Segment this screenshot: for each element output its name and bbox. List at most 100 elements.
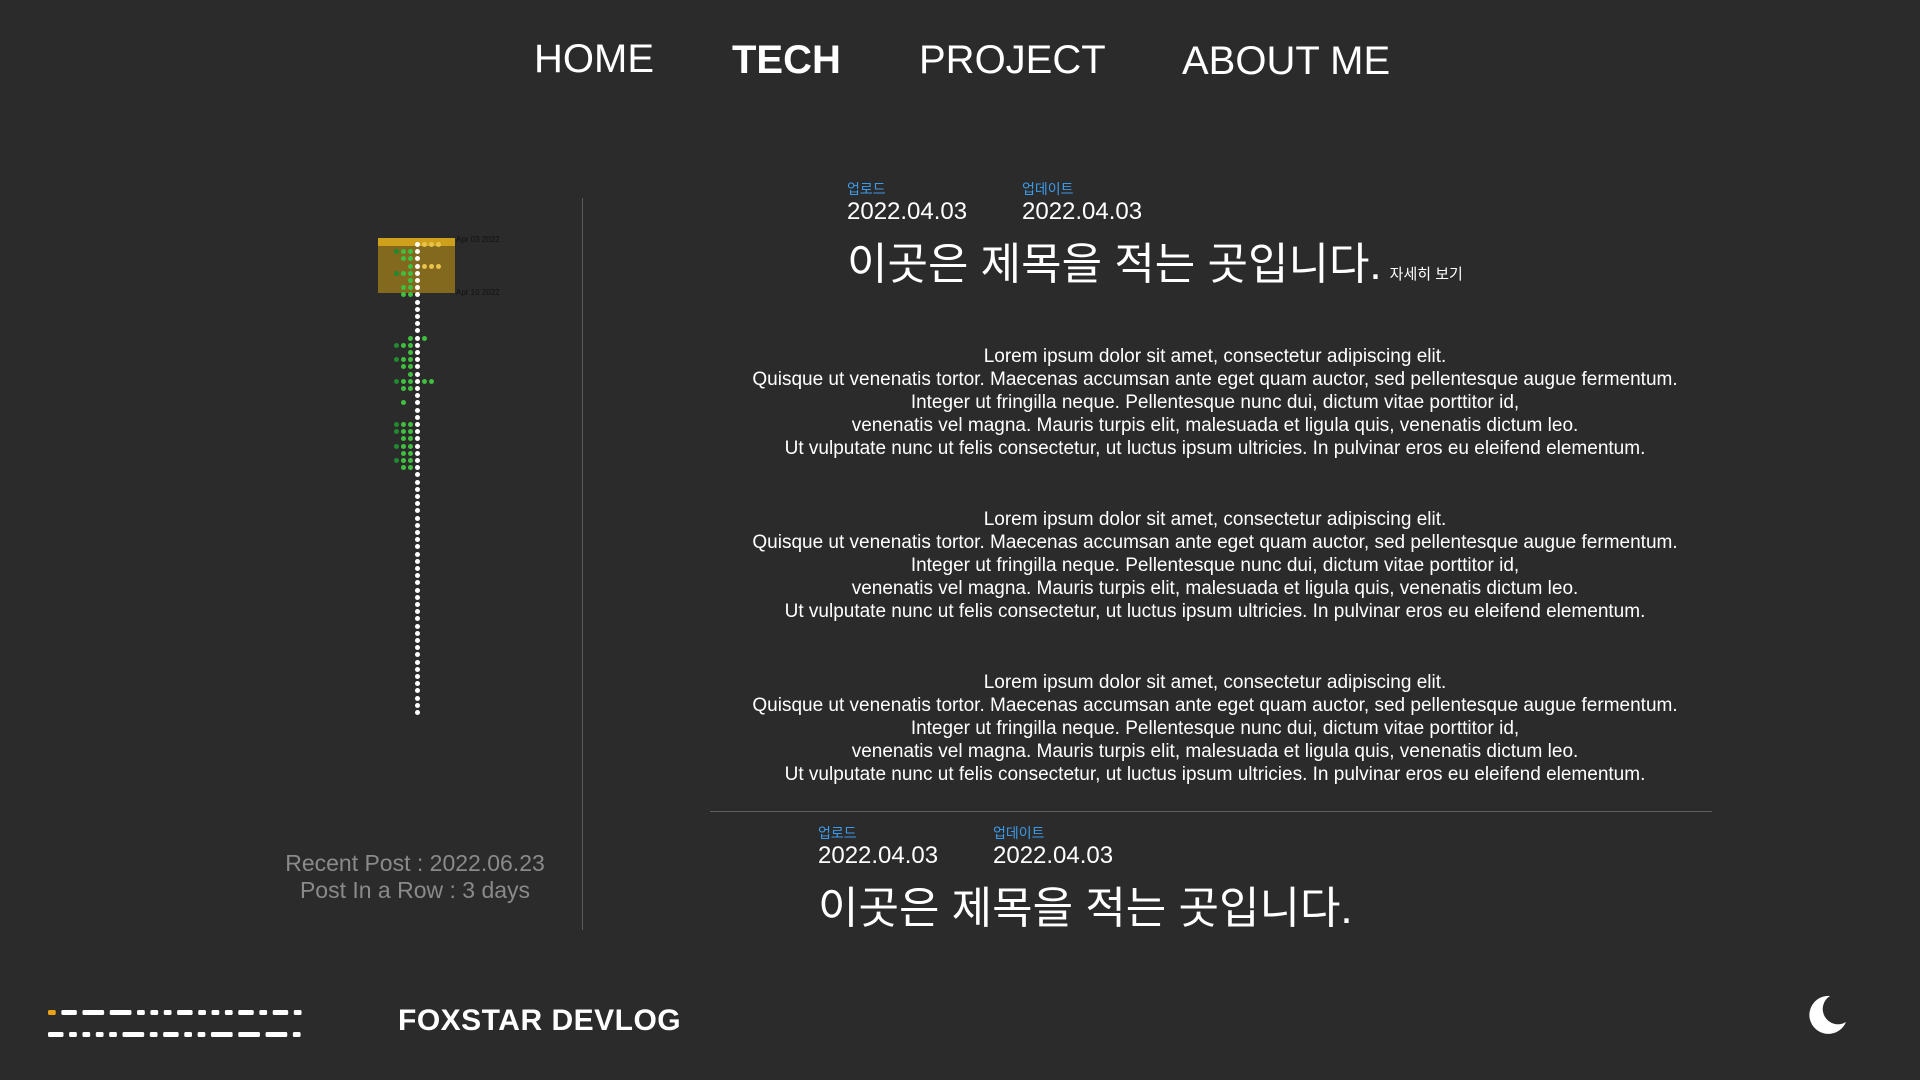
activity-graph: Apr 03 2022 Apr 10 2022	[370, 230, 500, 830]
activity-dot	[415, 630, 420, 636]
post-paragraph: Lorem ipsum dolor sit amet, consectetur …	[710, 671, 1720, 786]
activity-dot	[415, 429, 420, 435]
activity-stats: Recent Post : 2022.06.23 Post In a Row :…	[250, 850, 580, 904]
post-paragraph: Lorem ipsum dolor sit amet, consectetur …	[710, 345, 1720, 460]
activity-dot	[415, 335, 420, 341]
post-title-text[interactable]: 이곳은 제목을 적는 곳입니다.	[847, 240, 1382, 289]
logo-dash	[82, 1032, 91, 1037]
activity-dot	[415, 278, 420, 283]
activity-dot	[401, 443, 406, 449]
activity-dot	[415, 602, 420, 607]
paragraph-line: Lorem ipsum dolor sit amet, consectetur …	[983, 346, 1447, 367]
paragraph-line: Integer ut fringilla neque. Pellentesque…	[910, 392, 1520, 413]
activity-dot	[401, 378, 406, 384]
activity-dot	[408, 386, 413, 391]
activity-dot	[415, 306, 420, 312]
activity-dot	[401, 458, 406, 463]
update-label: 업데이트	[993, 825, 1045, 841]
activity-dot	[422, 263, 427, 269]
activity-dot	[415, 357, 420, 363]
activity-dot	[415, 465, 420, 471]
activity-dot	[401, 400, 406, 406]
activity-dot	[415, 263, 420, 269]
activity-dot	[415, 364, 420, 370]
detail-link[interactable]: 자세히 보기	[1390, 266, 1463, 283]
recent-post-stat: Recent Post : 2022.06.23	[285, 850, 545, 876]
logo-dash	[272, 1010, 289, 1015]
activity-dot	[415, 573, 420, 579]
main-nav: HOME TECH PROJECT ABOUT ME	[0, 34, 1920, 84]
activity-dot	[394, 422, 399, 427]
activity-dot	[415, 652, 420, 658]
post-title[interactable]: 이곳은 제목을 적는 곳입니다. 자세히 보기	[847, 228, 1463, 292]
activity-dot	[415, 422, 420, 427]
activity-dot	[415, 558, 420, 564]
activity-dot	[401, 342, 406, 348]
activity-dot	[394, 443, 399, 449]
activity-dot	[408, 450, 413, 456]
paragraph-line: Ut vulputate nunc ut felis consectetur, …	[784, 601, 1646, 622]
logo-dash	[177, 1010, 193, 1015]
logo-dash	[293, 1010, 302, 1015]
site-logo[interactable]	[46, 1006, 376, 1042]
post-streak-stat: Post In a Row : 3 days	[299, 877, 531, 903]
activity-dot	[415, 616, 420, 622]
logo-dash	[69, 1032, 77, 1037]
paragraph-line: Integer ut fringilla neque. Pellentesque…	[910, 555, 1520, 576]
paragraph-line: venenatis vel magna. Mauris turpis elit,…	[851, 741, 1579, 762]
activity-dot	[415, 371, 420, 377]
nav-project[interactable]: PROJECT	[919, 38, 1106, 83]
activity-dot	[415, 702, 420, 708]
activity-dot	[394, 429, 399, 435]
activity-dot	[408, 458, 413, 463]
activity-dot	[394, 342, 399, 348]
logo-dash	[61, 1010, 77, 1015]
activity-dot	[415, 314, 420, 319]
activity-dot	[401, 386, 406, 391]
activity-dot	[415, 580, 420, 586]
activity-dot	[394, 357, 399, 363]
logo-dash	[109, 1032, 117, 1037]
activity-dot	[408, 292, 413, 298]
logo-dash	[137, 1010, 145, 1015]
activity-dot	[429, 242, 434, 247]
activity-dot	[401, 450, 406, 456]
activity-dot	[408, 350, 413, 355]
logo-dash	[211, 1010, 220, 1015]
logo-dash	[265, 1032, 288, 1037]
nav-tech[interactable]: TECH	[732, 38, 841, 83]
paragraph-line: Quisque ut venenatis tortor. Maecenas ac…	[752, 695, 1678, 716]
logo-dash	[259, 1010, 268, 1015]
activity-dot	[408, 270, 413, 276]
activity-dot	[394, 270, 399, 276]
update-label: 업데이트	[1022, 181, 1074, 197]
update-date: 2022.04.03	[993, 842, 1114, 869]
logo-dash	[210, 1032, 233, 1037]
nav-home[interactable]: HOME	[534, 37, 654, 82]
paragraph-line: Lorem ipsum dolor sit amet, consectetur …	[983, 672, 1447, 693]
activity-dot	[422, 378, 427, 384]
logo-dash	[48, 1032, 64, 1037]
activity-dot	[408, 364, 413, 370]
nav-about-me[interactable]: ABOUT ME	[1182, 39, 1390, 84]
activity-dot	[415, 443, 420, 449]
activity-dot	[415, 342, 420, 348]
upload-label: 업로드	[818, 825, 857, 841]
logo-dash	[163, 1032, 179, 1037]
activity-dot	[415, 386, 420, 391]
activity-dot	[415, 270, 420, 276]
activity-dot	[415, 623, 420, 629]
moon-icon[interactable]	[1800, 990, 1850, 1040]
post-title[interactable]: 이곳은 제목을 적는 곳입니다.	[818, 872, 1353, 936]
activity-dot	[415, 666, 420, 672]
upload-label: 업로드	[847, 181, 886, 197]
paragraph-line: venenatis vel magna. Mauris turpis elit,…	[851, 578, 1579, 599]
logo-dash	[184, 1032, 192, 1037]
activity-dot	[415, 688, 420, 694]
post-title-text[interactable]: 이곳은 제목을 적는 곳입니다.	[818, 884, 1353, 933]
activity-dot	[408, 465, 413, 471]
activity-dot	[408, 436, 413, 442]
activity-dot	[415, 522, 420, 528]
activity-dot	[415, 479, 420, 485]
site-brand[interactable]: FOXSTAR DEVLOG	[398, 1004, 681, 1038]
